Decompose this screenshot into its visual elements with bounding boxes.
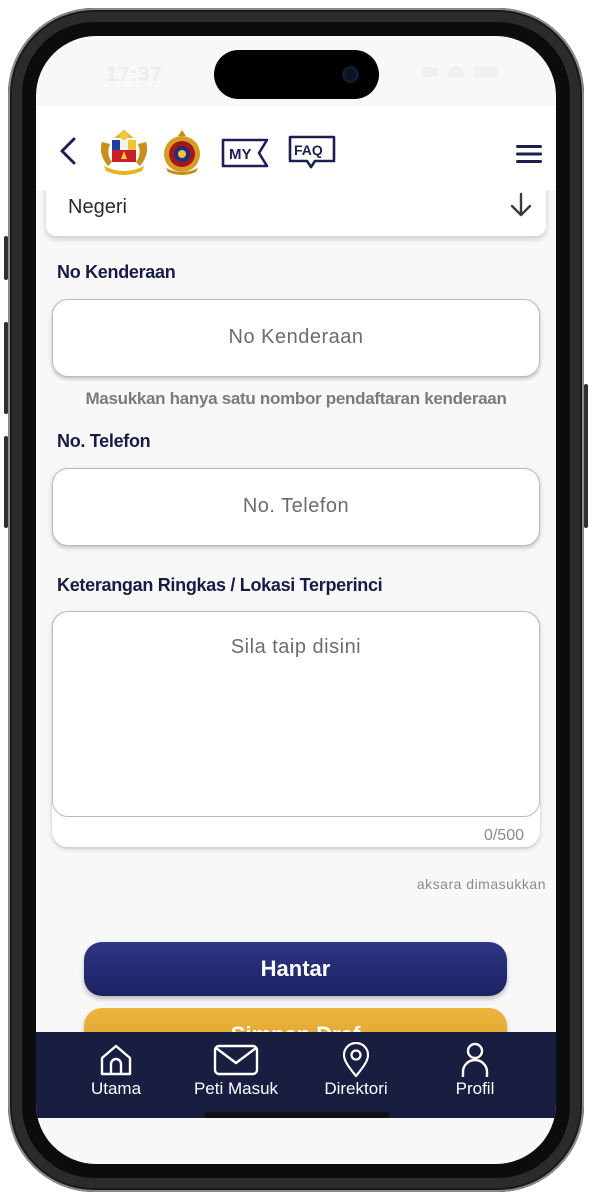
tab-directory[interactable]: Direktori [301,1042,411,1099]
chevron-left-icon[interactable] [56,136,80,166]
status-time: 17:37 [106,63,163,86]
dynamic-island [214,50,379,99]
state-select[interactable]: Negeri [46,190,546,236]
power-button [584,384,588,528]
report-form: Negeri No Kenderaan No Kenderaan Masukka… [36,190,556,1032]
vehicle-number-helper: Masukkan hanya satu nombor pendaftaran k… [85,389,507,408]
description-container: Sila taip disini 0/500 [52,611,540,847]
tab-home[interactable]: Utama [61,1042,171,1099]
battery-icon [474,66,498,78]
arrow-down-icon [510,192,532,217]
tab-directory-label: Direktori [324,1079,388,1098]
faq-button[interactable]: FAQ [287,134,337,170]
camera-icon [342,66,359,83]
volume-down-button [4,436,8,528]
tab-inbox-label: Peti Masuk [193,1079,279,1098]
my-language-button[interactable]: MY [221,138,269,168]
location-pin-icon [342,1042,370,1078]
description-textarea[interactable]: Sila taip disini [52,611,540,817]
tab-profile-label: Profil [455,1079,495,1098]
phone-number-input[interactable]: No. Telefon [52,468,540,546]
vehicle-number-label: No Kenderaan [57,262,176,282]
agency-crest-logo[interactable] [160,128,204,176]
mail-icon [213,1044,259,1076]
phone-number-label: No. Telefon [57,431,151,451]
coat-of-arms-logo[interactable] [96,128,152,176]
bottom-tab-bar: Utama Peti Masuk Direktori Profil [36,1032,556,1118]
character-counter-note: aksara dimasukkan [416,876,546,892]
vehicle-number-input[interactable]: No Kenderaan [52,299,540,377]
my-label: MY [229,146,252,163]
submit-button[interactable]: Hantar [84,942,507,996]
home-indicator[interactable] [204,1112,390,1118]
save-draft-button[interactable]: Simpan Draf [84,1008,507,1032]
wifi-icon [448,66,464,78]
vehicle-number-placeholder: No Kenderaan [228,326,364,348]
tab-profile[interactable]: Profil [420,1042,530,1099]
faq-label: FAQ [294,142,323,158]
phone-number-placeholder: No. Telefon [242,495,350,517]
description-placeholder: Sila taip disini [230,636,362,658]
signal-icon [422,67,438,77]
person-icon [461,1042,489,1077]
silent-switch [4,236,8,280]
status-icons [422,66,498,78]
app-screen: 17:37 MY FAQ Negeri No Kenderaan No Kend… [36,36,556,1164]
app-header: MY FAQ [36,106,556,190]
description-label: Keterangan Ringkas / Lokasi Terperinci [57,575,383,595]
volume-up-button [4,322,8,414]
state-select-value: Negeri [68,196,127,218]
tab-inbox[interactable]: Peti Masuk [181,1042,291,1099]
character-counter: 0/500 [483,827,524,844]
tab-home-label: Utama [90,1079,142,1098]
home-icon [100,1044,132,1076]
hamburger-menu-icon[interactable] [516,144,542,164]
